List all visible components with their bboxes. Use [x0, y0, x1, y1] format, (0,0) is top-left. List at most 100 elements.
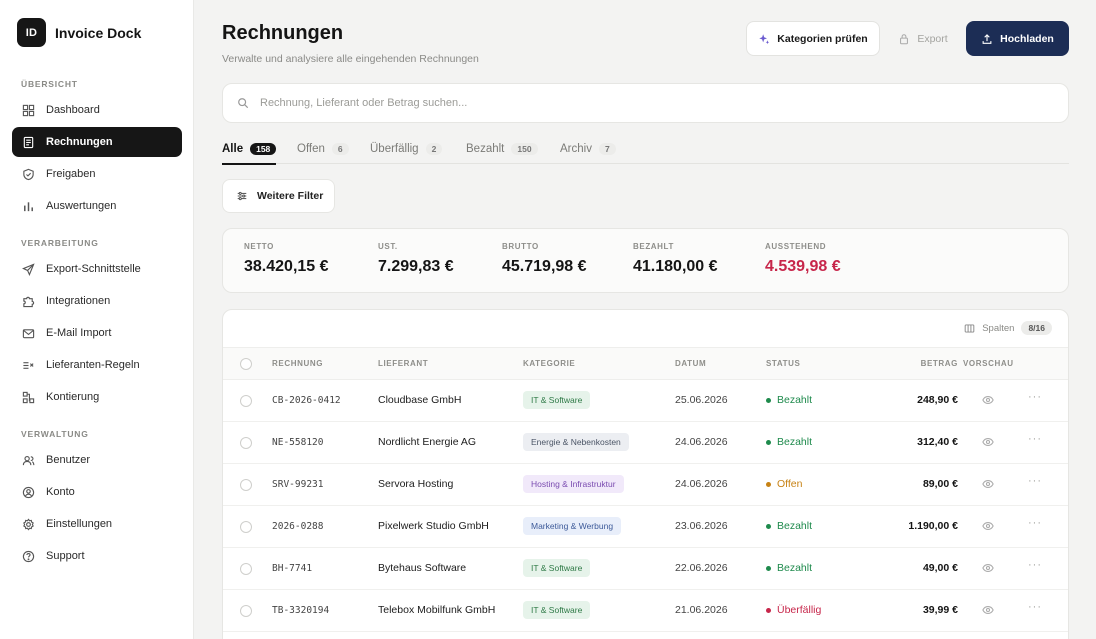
kpi-netto: NETTO 38.420,15 € [244, 242, 329, 276]
category-tag: IT & Software [523, 601, 591, 619]
row-more-icon[interactable]: ··· [1028, 475, 1042, 487]
row-checkbox[interactable] [240, 395, 252, 407]
receipt-icon [23, 136, 34, 148]
kpi-ausstehend: AUSSTEHEND 4.539,98 € [765, 242, 841, 276]
sidebar-item-freigaben[interactable]: Freigaben [12, 159, 182, 189]
preview-eye-icon[interactable] [982, 394, 994, 406]
row-more-icon[interactable]: ··· [1028, 433, 1042, 445]
supplier-name: Servora Hosting [378, 478, 454, 490]
table-row[interactable]: CB-2026-0412 Cloudbase GmbH IT & Software 2… [223, 380, 1068, 422]
header-status[interactable]: STATUS [766, 359, 800, 368]
table-row[interactable]: TB-3320194 Telebox Mobilfunk GmbH IT & Sof… [223, 590, 1068, 632]
status-label: Bezahlt [777, 394, 813, 406]
export-label: Export [917, 32, 948, 45]
invoice-amount: 89,00 € [922, 478, 958, 490]
tab-label: Offen [297, 143, 325, 155]
tab-archiv[interactable]: Archiv 7 [560, 134, 616, 164]
tab-alle[interactable]: Alle 158 [222, 134, 277, 165]
invoice-table: Spalten 8/16 RECHNUNG LIEFERANT KATEGORI… [222, 309, 1069, 639]
row-checkbox[interactable] [240, 521, 252, 533]
row-checkbox[interactable] [240, 479, 252, 491]
status-dot [766, 397, 771, 403]
header-invoice[interactable]: RECHNUNG [272, 359, 323, 368]
tab-count: 158 [250, 143, 277, 155]
sidebar-item-dashboard[interactable]: Dashboard [12, 95, 182, 125]
invoice-number[interactable]: SRV-99231 [272, 479, 323, 490]
invoice-number[interactable]: CB-2026-0412 [272, 395, 341, 406]
search-bar[interactable] [222, 83, 1069, 123]
lock-icon [900, 33, 909, 44]
more-filters-button[interactable]: Weitere Filter [222, 179, 335, 213]
sidebar-item-konto[interactable]: Konto [12, 477, 182, 507]
sidebar-item-label: Rechnungen [46, 136, 113, 148]
sidebar-item-benutzer[interactable]: Benutzer [12, 445, 182, 475]
header-category[interactable]: KATEGORIE [523, 359, 575, 368]
table-row[interactable]: BH-7741 Bytehaus Software IT & Software 22.… [223, 548, 1068, 590]
export-button[interactable]: Export [888, 21, 958, 56]
row-more-icon[interactable]: ··· [1028, 391, 1042, 403]
status-badge: Bezahlt [766, 394, 812, 406]
row-more-icon[interactable]: ··· [1028, 517, 1042, 529]
preview-eye-icon[interactable] [982, 604, 994, 616]
row-checkbox[interactable] [240, 437, 252, 449]
tab-label: Archiv [560, 143, 592, 155]
columns-count: 8/16 [1021, 321, 1052, 335]
preview-eye-icon[interactable] [982, 436, 994, 448]
sidebar-item-label: Benutzer [46, 454, 91, 466]
table-row[interactable]: 2026-0288 Pixelwerk Studio GmbH Marketing … [223, 506, 1068, 548]
sidebar-item-rechnungen[interactable]: Rechnungen [12, 127, 182, 157]
send-icon [22, 262, 35, 276]
sidebar-item-auswertungen[interactable]: Auswertungen [12, 191, 182, 221]
invoice-amount: 1.190,00 € [908, 520, 958, 532]
status-badge: Bezahlt [766, 520, 812, 532]
row-checkbox[interactable] [240, 563, 252, 575]
sidebar-item-lieferanten-regeln[interactable]: Lieferanten-Regeln [12, 350, 182, 380]
search-icon [238, 98, 249, 109]
bar-chart-icon [24, 201, 33, 211]
preview-eye-icon[interactable] [982, 562, 994, 574]
invoice-number[interactable]: TB-3320194 [272, 605, 329, 616]
check-categories-button[interactable]: Kategorien prüfen [746, 21, 880, 56]
status-badge: Bezahlt [766, 436, 812, 448]
user-circle-icon [22, 486, 35, 498]
search-input[interactable] [260, 97, 1040, 109]
sidebar-item-label: Auswertungen [46, 200, 117, 212]
grid-icon [22, 104, 35, 116]
table-row[interactable]: SRV-99231 Servora Hosting Hosting & Infras… [223, 464, 1068, 506]
upload-button[interactable]: Hochladen [966, 21, 1069, 56]
status-badge: Offen [766, 478, 803, 490]
select-all-checkbox[interactable] [240, 358, 252, 370]
tab-offen[interactable]: Offen 6 [297, 134, 349, 164]
status-dot [766, 565, 771, 571]
kpi-label: AUSSTEHEND [765, 242, 827, 251]
row-more-icon[interactable]: ··· [1028, 601, 1042, 613]
preview-eye-icon[interactable] [982, 520, 994, 532]
invoice-number[interactable]: 2026-0288 [272, 521, 323, 532]
preview-eye-icon[interactable] [982, 478, 994, 490]
supplier-name: Pixelwerk Studio GmbH [378, 520, 489, 532]
header-amount[interactable]: BETRAG [921, 359, 958, 368]
sidebar-item-integrationen[interactable]: Integrationen [12, 286, 182, 316]
sidebar-item-support[interactable]: Support [12, 541, 182, 571]
invoice-number[interactable]: NE-558120 [272, 437, 323, 448]
tab-bezahlt[interactable]: Bezahlt 150 [466, 134, 538, 164]
status-dot [766, 481, 771, 487]
invoice-date: 22.06.2026 [675, 562, 728, 574]
row-checkbox[interactable] [240, 605, 252, 617]
header-supplier[interactable]: LIEFERANT [378, 359, 428, 368]
status-label: Bezahlt [777, 562, 813, 574]
columns-toggle[interactable]: Spalten 8/16 [964, 321, 1052, 335]
sidebar-item-einstellungen[interactable]: Einstellungen [12, 509, 182, 539]
table-row[interactable]: NE-558120 Nordlicht Energie AG Energie & N… [223, 422, 1068, 464]
sidebar-item-email-import[interactable]: E-Mail Import [12, 318, 182, 348]
invoice-number[interactable]: BH-7741 [272, 563, 312, 574]
header-date[interactable]: DATUM [675, 359, 706, 368]
sidebar-item-export[interactable]: Export-Schnittstelle [12, 254, 182, 284]
status-dot [766, 439, 771, 445]
row-more-icon[interactable]: ··· [1028, 559, 1042, 571]
supplier-name: Cloudbase GmbH [378, 394, 462, 406]
sidebar-item-kontierung[interactable]: Kontierung [12, 382, 182, 412]
shield-check-icon [23, 168, 34, 180]
brand[interactable]: ID Invoice Dock [17, 18, 141, 47]
tab-ueberfaellig[interactable]: Überfällig 2 [370, 134, 443, 164]
